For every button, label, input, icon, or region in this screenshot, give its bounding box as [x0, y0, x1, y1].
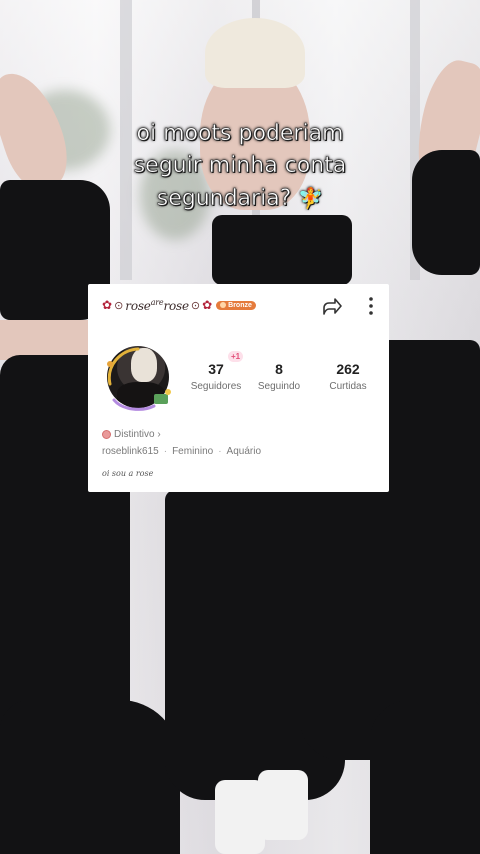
- stat-likes[interactable]: 262 Curtidas: [312, 361, 384, 392]
- rose-icon: ✿: [202, 298, 213, 312]
- stat-followers[interactable]: 37 Seguidores: [186, 361, 246, 392]
- avatar-frame-icon: [107, 347, 171, 411]
- profile-meta: roseblink615 · Feminino · Aquário: [102, 446, 261, 457]
- display-name-part1: rose: [125, 298, 151, 313]
- stat-label: Curtidas: [329, 381, 367, 392]
- meta-separator: ·: [218, 446, 222, 457]
- distintivo-link[interactable]: Distintivo ›: [102, 429, 161, 440]
- level-badge[interactable]: Bronze: [216, 300, 256, 310]
- gender: Feminino: [172, 446, 214, 457]
- distintivo-label: Distintivo ›: [114, 429, 161, 440]
- meta-separator: ·: [163, 446, 168, 457]
- caption-line-3: segundaria? 🧚: [0, 182, 480, 215]
- stat-following[interactable]: 8 Seguindo: [246, 361, 312, 392]
- username: roseblink615: [102, 446, 159, 457]
- stat-value: 8: [275, 361, 283, 377]
- stat-value: 262: [336, 361, 360, 377]
- caption: oi moots poderiam seguir minha conta seg…: [0, 118, 480, 215]
- badge-icon: [102, 430, 111, 439]
- stat-value: 37: [208, 361, 224, 377]
- dancer-leg-right: [370, 700, 480, 854]
- profile-bio: oi sou a rose: [102, 469, 154, 478]
- circle-deco-icon: ⊙: [114, 299, 124, 312]
- profile-stats: 37 Seguidores 8 Seguindo 262 Curtidas: [186, 361, 384, 392]
- dancer-waist-left: [0, 320, 100, 360]
- caption-line-1: oi moots poderiam: [136, 121, 344, 147]
- stat-label: Seguindo: [257, 381, 301, 392]
- dancer-hair-center: [205, 18, 305, 88]
- fairy-emoji: 🧚: [298, 186, 324, 211]
- dancer-leg-left: [0, 700, 180, 854]
- badge-dot-icon: [220, 302, 227, 308]
- display-name-part2: rose: [163, 298, 189, 313]
- display-name-sup: are: [150, 297, 164, 307]
- profile-card: ✿ ⊙ rosearerose ⊙ ✿ Bronze +1 37 Seguido…: [88, 284, 389, 492]
- avatar[interactable]: [98, 344, 174, 414]
- dancer-top-center: [212, 215, 352, 285]
- stat-label: Seguidores: [190, 381, 242, 392]
- dancer-sneaker: [258, 770, 308, 840]
- profile-header: ✿ ⊙ rosearerose ⊙ ✿ Bronze: [102, 294, 256, 316]
- rose-icon: ✿: [102, 298, 113, 312]
- display-name: rosearerose: [125, 298, 189, 313]
- circle-deco-icon: ⊙: [190, 299, 201, 312]
- zodiac-sign: Aquário: [226, 446, 262, 457]
- more-vertical-icon[interactable]: [362, 294, 380, 318]
- share-arrow-icon[interactable]: [320, 294, 344, 318]
- level-badge-label: Bronze: [228, 301, 252, 309]
- caption-line-2: seguir minha conta: [133, 153, 347, 179]
- caption-line-3-text: segundaria?: [156, 186, 292, 212]
